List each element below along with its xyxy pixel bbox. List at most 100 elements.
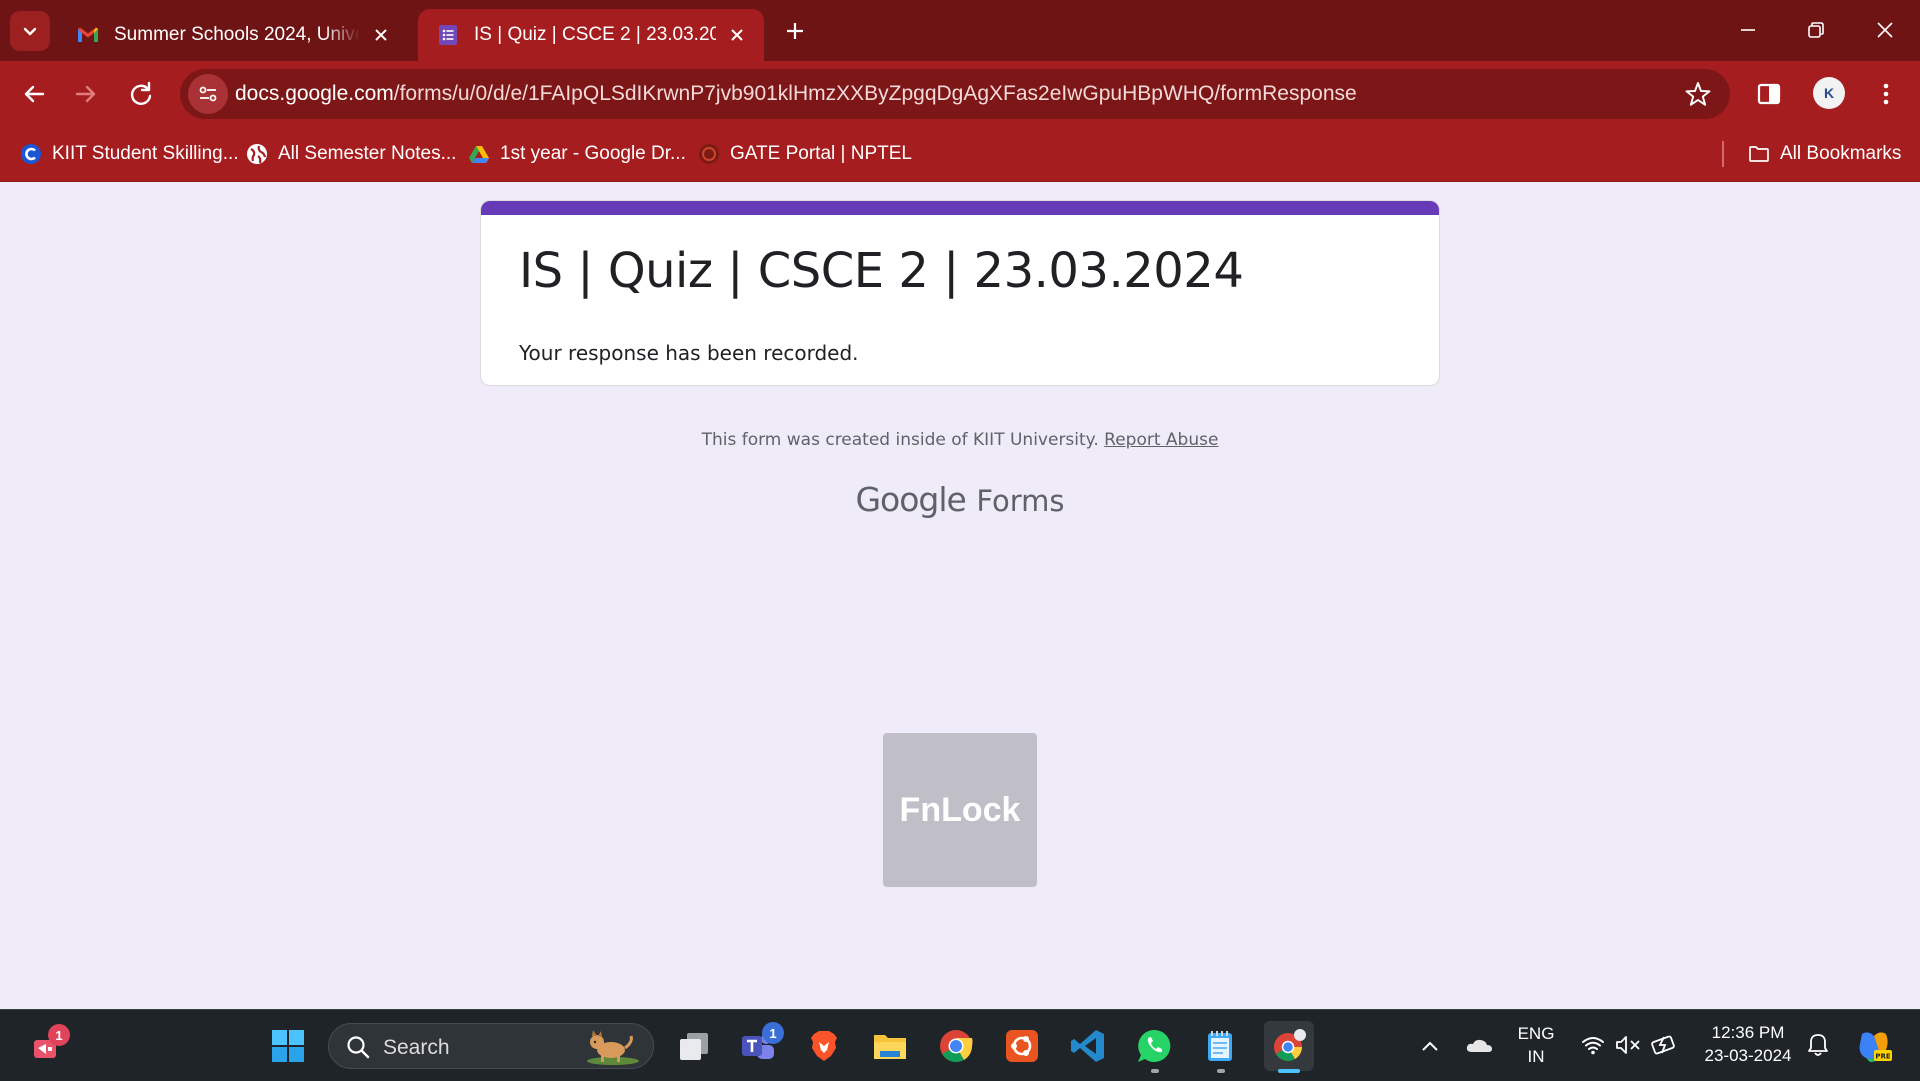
bookmark-label: All Semester Notes... <box>278 143 457 164</box>
battery-charging-icon[interactable] <box>1650 1032 1678 1058</box>
widgets-button[interactable]: 1 <box>24 1024 70 1068</box>
report-abuse-link[interactable]: Report Abuse <box>1104 430 1218 450</box>
bookmark-label: GATE Portal | NPTEL <box>730 143 912 164</box>
chrome-icon <box>940 1030 973 1063</box>
bookmark-google-drive[interactable]: 1st year - Google Dr... <box>468 139 686 169</box>
form-footer-note: This form was created inside of KIIT Uni… <box>0 430 1920 450</box>
browser-tab-strip: Summer Schools 2024, Universi IS | Quiz … <box>0 0 1920 61</box>
windows-start-icon <box>272 1030 304 1062</box>
all-bookmarks-label: All Bookmarks <box>1780 143 1902 164</box>
fnlock-label: FnLock <box>899 790 1021 829</box>
vscode-icon <box>1071 1030 1104 1062</box>
close-window-icon[interactable] <box>1869 14 1901 46</box>
whatsapp-running-indicator <box>1151 1069 1159 1073</box>
tune-icon <box>199 86 217 102</box>
folder-icon <box>1749 146 1769 162</box>
clock[interactable]: 12:36 PM 23-03-2024 <box>1694 1021 1802 1067</box>
more-menu-icon[interactable] <box>1869 77 1903 111</box>
tab-search-button[interactable] <box>10 11 50 51</box>
clock-time: 12:36 PM <box>1711 1023 1785 1042</box>
forward-arrow-icon[interactable] <box>70 78 102 110</box>
taskbar-brave[interactable] <box>802 1024 846 1068</box>
page-content: IS | Quiz | CSCE 2 | 23.03.2024 Your res… <box>0 182 1920 1009</box>
profile-avatar[interactable]: K <box>1813 77 1845 109</box>
language-code: ENG <box>1517 1024 1555 1043</box>
url-text[interactable]: docs.google.com/forms/u/0/d/e/1FAIpQLSdI… <box>235 82 1357 106</box>
copilot-preview-icon[interactable]: PRE <box>1854 1026 1894 1066</box>
taskbar-ubuntu[interactable] <box>1000 1024 1044 1068</box>
nptel-icon <box>699 144 719 164</box>
bookmark-kiit-skilling[interactable]: KIIT Student Skilling... <box>20 139 239 169</box>
footer-text: This form was created inside of KIIT Uni… <box>701 430 1099 450</box>
notification-bell-icon[interactable] <box>1806 1032 1830 1058</box>
reload-icon[interactable] <box>125 78 157 110</box>
ubuntu-icon <box>1006 1030 1038 1062</box>
form-theme-accent-bar <box>481 201 1439 215</box>
file-explorer-icon <box>874 1035 906 1059</box>
restore-icon[interactable] <box>1800 14 1832 46</box>
windows-taskbar: 1 Search 1 ENG IN 12:36 PM 23-03-2024 PR… <box>0 1009 1920 1081</box>
bookmark-semester-notes[interactable]: All Semester Notes... <box>246 139 456 169</box>
clock-date: 23-03-2024 <box>1704 1046 1792 1065</box>
close-icon[interactable] <box>726 24 748 46</box>
taskbar-task-view[interactable] <box>672 1024 716 1068</box>
url-path: /forms/u/0/d/e/1FAIpQLSdIKrwnP7jvb901klH… <box>393 82 1357 105</box>
fnlock-osd-overlay: FnLock <box>883 733 1037 887</box>
taskbar-chrome[interactable] <box>934 1024 978 1068</box>
search-placeholder: Search <box>383 1036 450 1059</box>
onedrive-cloud-icon[interactable] <box>1464 1034 1494 1056</box>
notepad-running-indicator <box>1217 1069 1225 1073</box>
language-indicator[interactable]: ENG IN <box>1506 1022 1566 1068</box>
taskbar-chrome-profile-active[interactable] <box>1264 1021 1314 1071</box>
form-title: IS | Quiz | CSCE 2 | 23.03.2024 <box>519 243 1244 299</box>
chevron-up-icon[interactable] <box>1418 1036 1442 1056</box>
url-domain: docs.google.com <box>235 82 394 105</box>
bookmarks-divider <box>1722 141 1724 167</box>
chrome-active-indicator <box>1278 1069 1300 1073</box>
tab-title: IS | Quiz | CSCE 2 | 23.03.2024 <box>474 24 716 45</box>
kiit-c-icon <box>21 144 41 164</box>
bookmark-nptel[interactable]: GATE Portal | NPTEL <box>698 139 912 169</box>
brave-browser-icon <box>811 1031 837 1061</box>
logo-forms-text: Forms <box>976 484 1065 518</box>
google-forms-logo[interactable]: Google Forms <box>0 480 1920 519</box>
logo-google-text: Google <box>855 480 966 519</box>
taskbar-teams[interactable]: 1 <box>736 1022 784 1068</box>
back-arrow-icon[interactable] <box>18 78 50 110</box>
site-info-button[interactable] <box>188 74 228 114</box>
start-button[interactable] <box>266 1024 310 1068</box>
search-icon <box>347 1036 370 1059</box>
taskbar-search-box[interactable]: Search <box>328 1023 654 1069</box>
widgets-badge: 1 <box>48 1024 70 1046</box>
taskbar-notepad[interactable] <box>1198 1024 1242 1068</box>
taskbar-vscode[interactable] <box>1066 1024 1110 1068</box>
google-forms-icon <box>439 25 457 45</box>
globe-icon <box>247 144 267 164</box>
bookmark-label: KIIT Student Skilling... <box>52 143 239 164</box>
tab-gmail[interactable]: Summer Schools 2024, Universi <box>58 9 408 61</box>
all-bookmarks-button[interactable]: All Bookmarks <box>1748 139 1901 169</box>
close-icon[interactable] <box>370 24 392 46</box>
notepad-icon <box>1208 1031 1232 1061</box>
region-code: IN <box>1527 1047 1545 1066</box>
minimize-icon[interactable] <box>1732 14 1764 46</box>
confirmation-message: Your response has been recorded. <box>519 341 859 365</box>
taskbar-whatsapp[interactable] <box>1132 1024 1176 1068</box>
chevron-down-icon <box>23 27 37 36</box>
address-bar[interactable]: docs.google.com/forms/u/0/d/e/1FAIpQLSdI… <box>180 69 1730 119</box>
chrome-profile-icon <box>1274 1029 1306 1061</box>
form-confirmation-card: IS | Quiz | CSCE 2 | 23.03.2024 Your res… <box>480 200 1440 386</box>
wifi-icon[interactable] <box>1580 1034 1606 1056</box>
new-tab-plus-icon[interactable] <box>780 16 810 46</box>
volume-muted-icon[interactable] <box>1614 1034 1642 1056</box>
gmail-icon <box>78 27 98 42</box>
bookmark-star-icon[interactable] <box>1684 80 1712 108</box>
google-drive-icon <box>469 146 489 163</box>
task-view-icon <box>680 1033 708 1060</box>
search-highlight-dog-icon <box>587 1030 639 1065</box>
tab-google-form[interactable]: IS | Quiz | CSCE 2 | 23.03.2024 <box>418 9 764 61</box>
browser-toolbar: docs.google.com/forms/u/0/d/e/1FAIpQLSdI… <box>0 61 1920 127</box>
taskbar-file-explorer[interactable] <box>868 1024 912 1068</box>
bookmarks-bar: KIIT Student Skilling... All Semester No… <box>0 127 1920 182</box>
side-panel-icon[interactable] <box>1752 77 1786 111</box>
